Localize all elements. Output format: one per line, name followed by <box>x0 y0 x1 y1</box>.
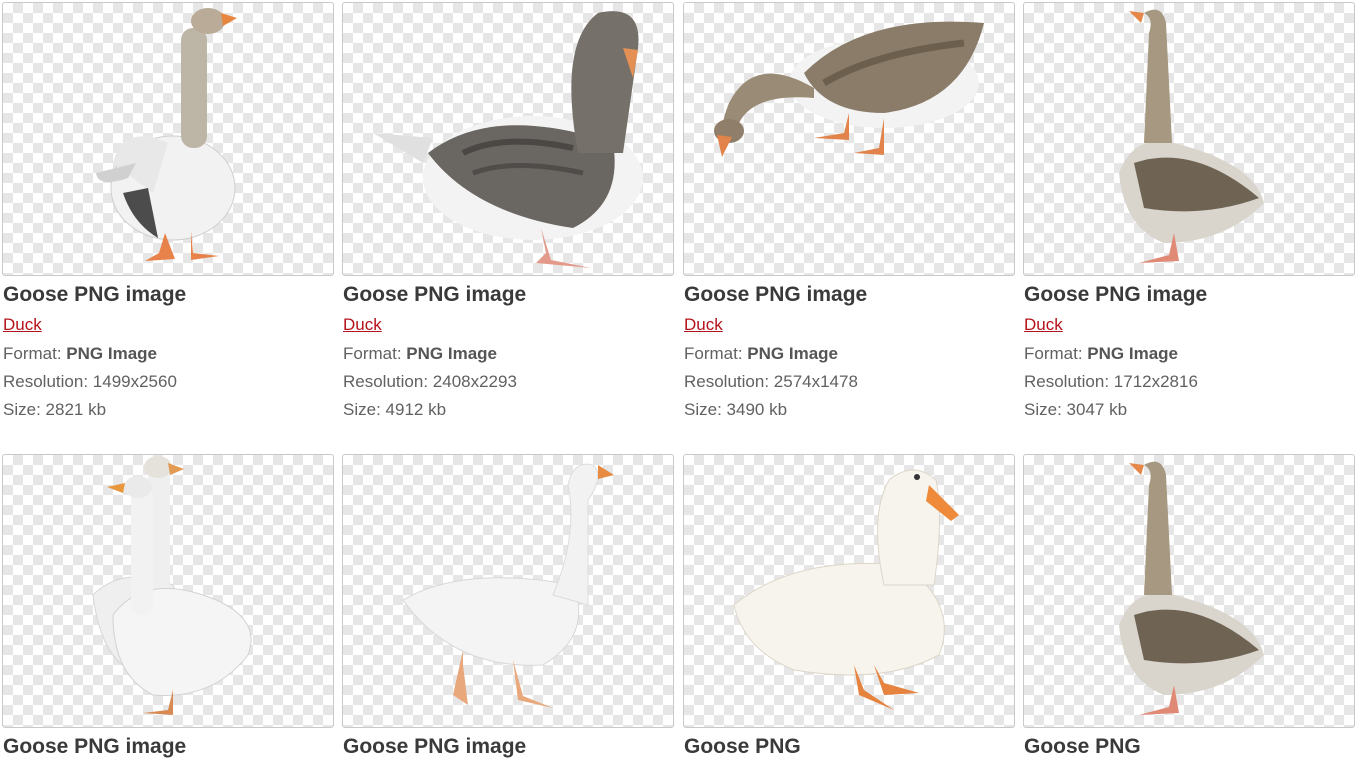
image-card: Goose PNG image Duck Format: PNG Image R… <box>342 2 676 420</box>
format-label: Format: <box>1024 344 1088 363</box>
size-row: Size: 3047 kb <box>1024 400 1357 420</box>
resolution-row: Resolution: 2408x2293 <box>343 372 676 392</box>
resolution-value: 1499x2560 <box>92 372 177 391</box>
category-link[interactable]: Duck <box>343 315 382 335</box>
white-goose-standing-icon <box>96 8 237 261</box>
size-value: 2821 kb <box>45 400 107 419</box>
resolution-row: Resolution: 2574x1478 <box>684 372 1017 392</box>
format-row: Format: PNG Image <box>684 344 1017 364</box>
size-row: Size: 4912 kb <box>343 400 676 420</box>
format-label: Format: <box>684 344 748 363</box>
resolution-value: 1712x2816 <box>1113 372 1198 391</box>
format-row: Format: PNG Image <box>343 344 676 364</box>
resolution-label: Resolution: <box>343 372 433 391</box>
thumbnail[interactable] <box>342 2 674 276</box>
thumbnail[interactable] <box>1023 454 1355 728</box>
size-row: Size: 2821 kb <box>3 400 336 420</box>
thumbnail[interactable] <box>2 454 334 728</box>
resolution-row: Resolution: 1712x2816 <box>1024 372 1357 392</box>
category-link[interactable]: Duck <box>1024 315 1063 335</box>
thumbnail[interactable] <box>1023 2 1355 276</box>
image-title[interactable]: Goose PNG <box>1024 735 1357 759</box>
grey-goose-preening-icon <box>373 11 643 268</box>
image-card: Goose PNG image <box>342 454 676 759</box>
size-label: Size: <box>3 400 46 419</box>
image-card: Goose PNG image <box>2 454 336 759</box>
image-title[interactable]: Goose PNG image <box>3 735 336 759</box>
category-link[interactable]: Duck <box>3 315 42 335</box>
size-label: Size: <box>684 400 727 419</box>
image-title[interactable]: Goose PNG image <box>343 283 676 307</box>
image-title[interactable]: Goose PNG image <box>1024 283 1357 307</box>
format-row: Format: PNG Image <box>1024 344 1357 364</box>
image-title[interactable]: Goose PNG <box>684 735 1017 759</box>
size-value: 3047 kb <box>1066 400 1128 419</box>
resolution-label: Resolution: <box>1024 372 1114 391</box>
thumbnail[interactable] <box>683 454 1015 728</box>
thumbnail[interactable] <box>2 2 334 276</box>
two-white-geese-icon <box>92 456 252 715</box>
size-label: Size: <box>1024 400 1067 419</box>
format-value: PNG Image <box>66 344 157 363</box>
format-value: PNG Image <box>1087 344 1178 363</box>
format-value: PNG Image <box>406 344 497 363</box>
image-title[interactable]: Goose PNG image <box>684 283 1017 307</box>
size-row: Size: 3490 kb <box>684 400 1017 420</box>
size-value: 3490 kb <box>726 400 788 419</box>
resolution-label: Resolution: <box>3 372 93 391</box>
resolution-value: 2408x2293 <box>432 372 517 391</box>
image-card: Goose PNG image Duck Format: PNG Image R… <box>683 2 1017 420</box>
format-label: Format: <box>343 344 407 363</box>
image-title[interactable]: Goose PNG image <box>343 735 676 759</box>
thumbnail[interactable] <box>683 2 1015 276</box>
white-goose-walking-icon <box>402 463 614 708</box>
image-card: Goose PNG image Duck Format: PNG Image R… <box>1023 2 1357 420</box>
resolution-row: Resolution: 1499x2560 <box>3 372 336 392</box>
image-title[interactable]: Goose PNG image <box>3 283 336 307</box>
format-label: Format: <box>3 344 67 363</box>
category-link[interactable]: Duck <box>684 315 723 335</box>
white-duck-icon <box>733 469 959 710</box>
image-card: Goose PNG image Duck Format: PNG Image R… <box>2 2 336 420</box>
resolution-label: Resolution: <box>684 372 774 391</box>
resolution-value: 2574x1478 <box>773 372 858 391</box>
format-row: Format: PNG Image <box>3 344 336 364</box>
size-label: Size: <box>343 400 386 419</box>
brown-goose-standing-icon <box>1119 461 1264 715</box>
goose-grazing-icon <box>714 21 984 157</box>
image-card: Goose PNG <box>683 454 1017 759</box>
image-card: Goose PNG <box>1023 454 1357 759</box>
brown-goose-standing-icon <box>1119 9 1264 263</box>
size-value: 4912 kb <box>385 400 447 419</box>
thumbnail[interactable] <box>342 454 674 728</box>
format-value: PNG Image <box>747 344 838 363</box>
